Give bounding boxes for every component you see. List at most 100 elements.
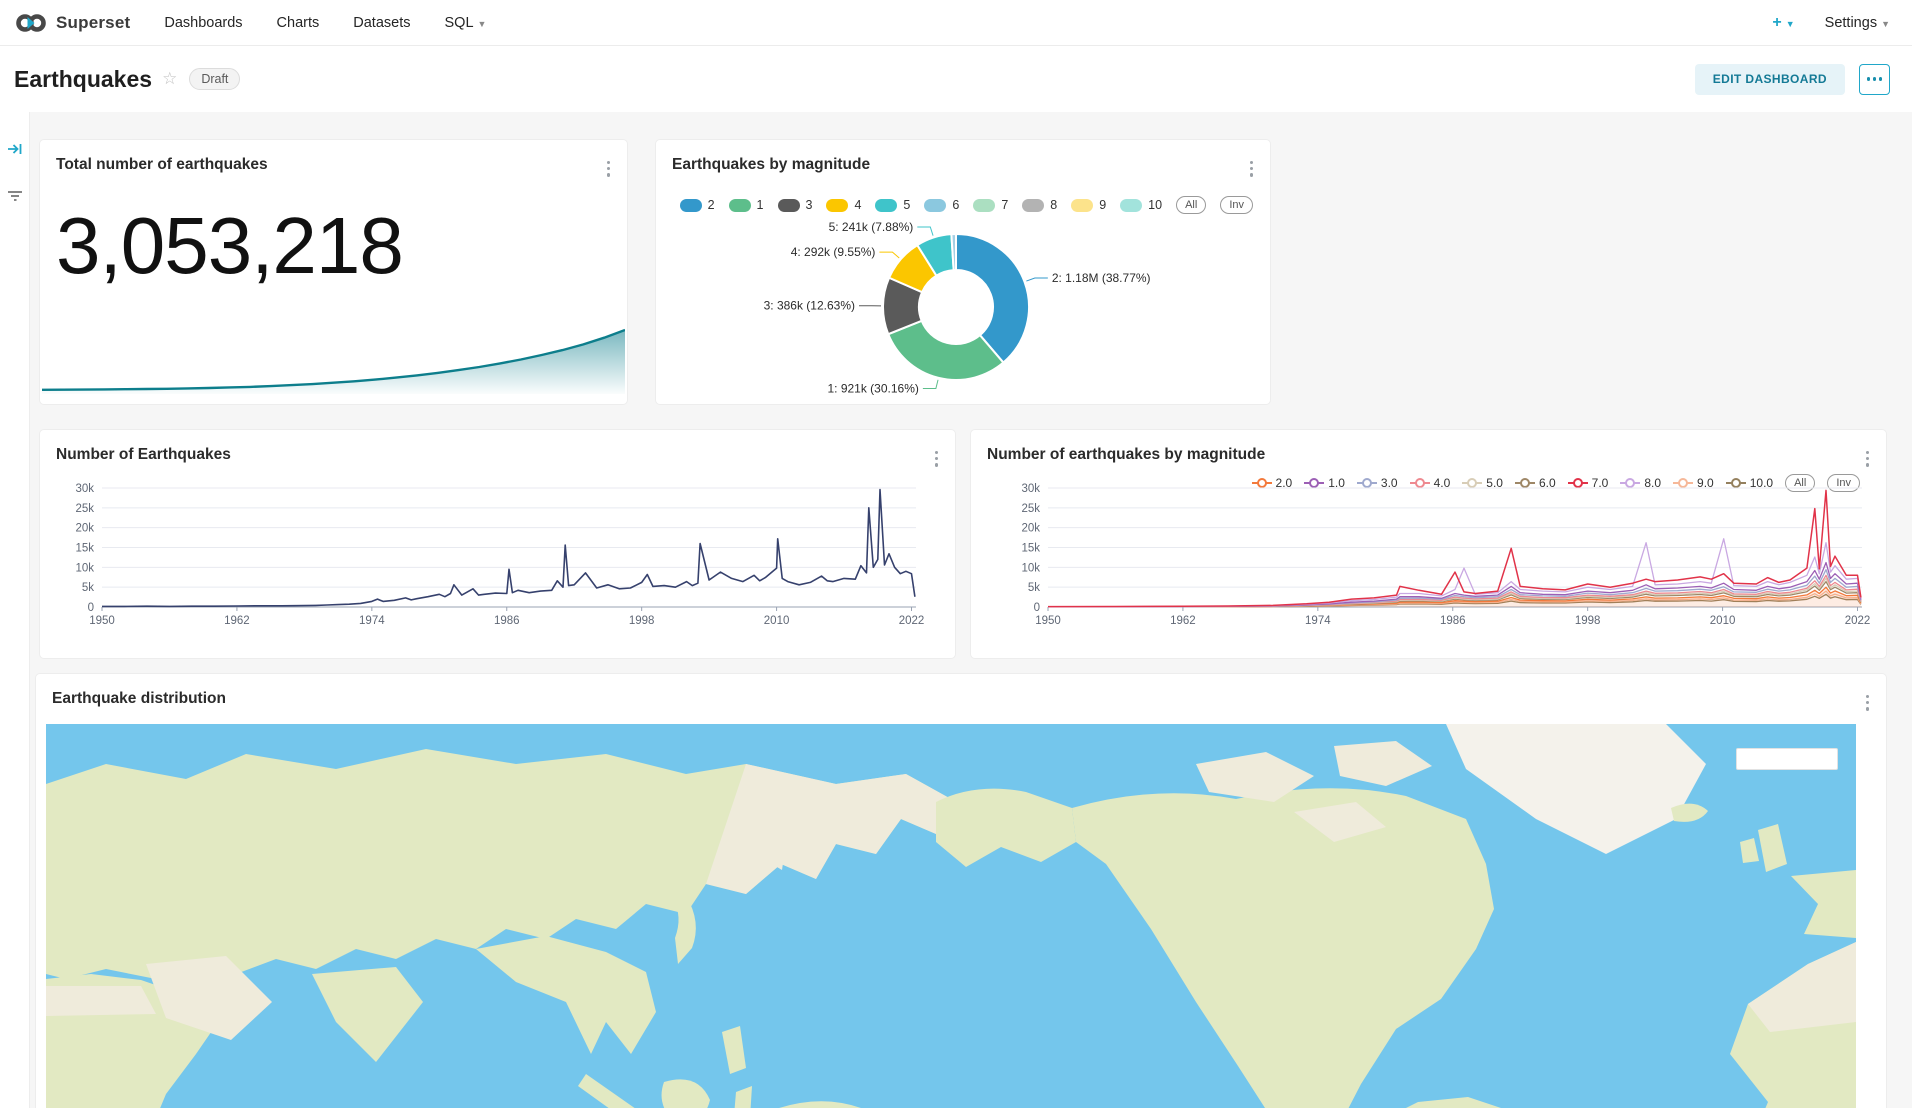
sparkline-area <box>42 330 625 394</box>
chart-title: Total number of earthquakes <box>56 156 268 174</box>
legend-item-magnitude-1[interactable]: 1 <box>729 198 764 212</box>
dashboard-header: Earthquakes ☆ Draft EDIT DASHBOARD <box>0 46 1912 112</box>
legend-item-magnitude-9[interactable]: 9 <box>1071 198 1106 212</box>
x-tick-label: 1962 <box>224 615 250 627</box>
y-tick-label: 15k <box>1021 543 1040 555</box>
page-title: Earthquakes <box>14 66 152 93</box>
donut-chart[interactable]: 2: 1.18M (38.77%) 1: 921k (30.16%) 3: 386k… <box>656 218 1270 404</box>
y-tick-label: 15k <box>75 543 94 555</box>
legend-all-button[interactable]: All <box>1176 196 1206 214</box>
map-legend <box>1736 748 1838 770</box>
chevron-down-icon: ▼ <box>478 19 487 29</box>
legend-label: 7 <box>1001 198 1008 212</box>
legend-inv-button[interactable]: Inv <box>1220 196 1253 214</box>
brand-name: Superset <box>56 13 130 33</box>
chart-card-earthquake-distribution: Earthquake distribution <box>36 674 1886 1108</box>
nav-datasets[interactable]: Datasets <box>353 15 410 31</box>
legend-swatch <box>875 199 897 212</box>
chart-card-total-earthquakes: Total number of earthquakes 3,053,218 <box>40 140 627 404</box>
legend-item-magnitude-6[interactable]: 6 <box>924 198 959 212</box>
x-tick-label: 2022 <box>1845 615 1871 627</box>
x-tick-label: 2022 <box>899 615 925 627</box>
legend-swatch <box>1071 199 1093 212</box>
legend-item-magnitude-7[interactable]: 7 <box>973 198 1008 212</box>
legend-item-magnitude-10[interactable]: 10 <box>1120 198 1162 212</box>
legend-label: 2 <box>708 198 715 212</box>
x-tick-label: 2010 <box>764 615 790 627</box>
legend-label: 1 <box>757 198 764 212</box>
donut-slice-label: 2: 1.18M (38.77%) <box>1052 271 1151 285</box>
nav-sql[interactable]: SQL▼ <box>445 15 487 31</box>
y-tick-label: 10k <box>1021 562 1040 574</box>
legend-swatch <box>924 199 946 212</box>
donut-label-line <box>879 252 899 258</box>
chart-card-earthquakes-by-magnitude-lines: Number of earthquakes by magnitude 2.01.… <box>971 430 1886 658</box>
legend-label: 3 <box>806 198 813 212</box>
legend-item-magnitude-4[interactable]: 4 <box>826 198 861 212</box>
donut-label-line <box>923 380 938 389</box>
settings-menu[interactable]: Settings▼ <box>1825 15 1890 31</box>
y-tick-label: 20k <box>75 523 94 535</box>
y-tick-label: 20k <box>1021 523 1040 535</box>
favorite-star-icon[interactable]: ☆ <box>162 69 177 89</box>
x-tick-label: 1950 <box>1035 615 1061 627</box>
x-tick-label: 1974 <box>1305 615 1331 627</box>
legend-item-magnitude-8[interactable]: 8 <box>1022 198 1057 212</box>
legend-label: 5 <box>903 198 910 212</box>
legend-label: 6 <box>952 198 959 212</box>
legend-item-magnitude-2[interactable]: 2 <box>680 198 715 212</box>
filter-icon <box>7 189 23 207</box>
x-tick-label: 1962 <box>1170 615 1196 627</box>
legend-label: 10 <box>1148 198 1162 212</box>
legend-swatch <box>973 199 995 212</box>
x-tick-label: 1950 <box>89 615 115 627</box>
top-navbar: Superset Dashboards Charts Datasets SQL▼… <box>0 0 1912 46</box>
line-chart[interactable]: 05k10k15k20k25k30k1950196219741986199820… <box>40 430 955 658</box>
y-tick-label: 0 <box>88 602 94 614</box>
big-number-trendline <box>42 326 625 396</box>
world-map[interactable] <box>46 724 1856 1108</box>
donut-label-line <box>1026 278 1047 281</box>
landmass-sahara-east <box>46 986 156 1016</box>
chart-menu-button[interactable] <box>1863 692 1872 714</box>
expand-filters-icon[interactable] <box>7 142 23 161</box>
x-tick-label: 1986 <box>494 615 520 627</box>
donut-slice-label: 5: 241k (7.88%) <box>829 220 914 234</box>
legend-item-magnitude-5[interactable]: 5 <box>875 198 910 212</box>
nav-charts[interactable]: Charts <box>277 15 320 31</box>
x-tick-label: 1986 <box>1440 615 1466 627</box>
more-options-button[interactable] <box>1859 64 1890 95</box>
donut-legend: 2 1 3 4 5 6 789 10 All Inv <box>672 196 1253 214</box>
multi-line-chart[interactable]: 05k10k15k20k25k30k1950196219741986199820… <box>971 430 1886 658</box>
chevron-down-icon: ▼ <box>1786 19 1795 29</box>
donut-slice-label: 3: 386k (12.63%) <box>764 299 855 313</box>
legend-swatch <box>1120 199 1142 212</box>
legend-swatch <box>729 199 751 212</box>
y-tick-label: 5k <box>82 582 94 594</box>
chart-card-earthquakes-by-magnitude: Earthquakes by magnitude 2 1 3 4 5 6 789 10 All I… <box>656 140 1270 404</box>
chart-card-number-of-earthquakes: Number of Earthquakes 05k10k15k20k25k30k… <box>40 430 955 658</box>
x-tick-label: 1998 <box>629 615 655 627</box>
big-number-value: 3,053,218 <box>56 200 403 292</box>
map-canvas <box>46 724 1856 1108</box>
new-item-menu[interactable]: +▼ <box>1772 14 1794 32</box>
nav-dashboards[interactable]: Dashboards <box>164 15 242 31</box>
y-tick-label: 25k <box>75 503 94 515</box>
donut-slice-label: 1: 921k (30.16%) <box>827 382 918 396</box>
legend-label: 4 <box>854 198 861 212</box>
edit-dashboard-button[interactable]: EDIT DASHBOARD <box>1695 64 1845 95</box>
chevron-down-icon: ▼ <box>1881 19 1890 29</box>
donut-slice-label: 4: 292k (9.55%) <box>791 245 876 259</box>
chart-title: Earthquakes by magnitude <box>672 156 870 174</box>
chart-menu-button[interactable] <box>1247 158 1256 180</box>
chart-menu-button[interactable] <box>604 158 613 180</box>
x-tick-label: 2010 <box>1710 615 1736 627</box>
superset-dashboard: Superset Dashboards Charts Datasets SQL▼… <box>0 0 1912 1108</box>
y-tick-label: 25k <box>1021 503 1040 515</box>
legend-item-magnitude-3[interactable]: 3 <box>778 198 813 212</box>
y-tick-label: 30k <box>75 483 94 495</box>
x-tick-label: 1974 <box>359 615 385 627</box>
legend-swatch <box>778 199 800 212</box>
infinity-logo-icon <box>14 12 48 34</box>
superset-logo[interactable]: Superset <box>14 12 130 34</box>
